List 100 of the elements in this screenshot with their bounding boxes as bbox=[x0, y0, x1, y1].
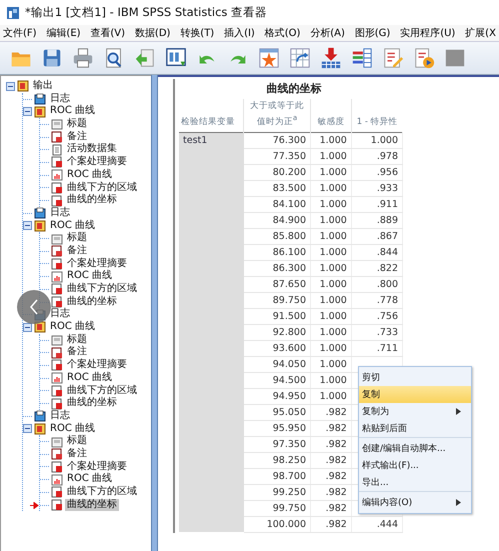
tree-item[interactable]: ROC 曲线 bbox=[65, 372, 114, 385]
tree-item[interactable]: 个案处理摘要 bbox=[65, 359, 129, 372]
script-icon[interactable] bbox=[413, 47, 435, 69]
table-cell: .711 bbox=[376, 342, 398, 354]
book-icon bbox=[34, 422, 46, 435]
menu-item[interactable]: 扩展(X bbox=[465, 26, 496, 40]
table-icon bbox=[51, 194, 63, 207]
collapse-toggle[interactable] bbox=[23, 322, 32, 332]
menu-item[interactable]: 导出... bbox=[359, 474, 471, 492]
table-cell: 86.100 bbox=[272, 246, 306, 258]
table-cell: 95.050 bbox=[272, 406, 306, 418]
menu-item[interactable]: 数据(D) bbox=[134, 26, 170, 40]
tree-item[interactable]: ROC 曲线 bbox=[65, 473, 114, 486]
pivot-table-icon[interactable] bbox=[289, 47, 311, 69]
tree-item[interactable]: 个案处理摘要 bbox=[65, 156, 129, 169]
menu-item[interactable]: 编辑内容(O) bbox=[359, 494, 471, 511]
tree-item[interactable]: 日志 bbox=[48, 308, 72, 322]
tree-item[interactable]: 活动数据集 bbox=[65, 143, 119, 156]
menu-item[interactable]: 剪切 bbox=[359, 369, 471, 386]
menu-item[interactable]: 文件(F) bbox=[3, 26, 37, 40]
column-header: 1 - 特异性 bbox=[351, 99, 402, 132]
table-title: 曲线的坐标 bbox=[266, 81, 322, 97]
tree-item[interactable]: 标题 bbox=[65, 232, 89, 245]
tree-item[interactable]: 备注 bbox=[65, 346, 89, 360]
menu-item[interactable]: 创建/编辑自动脚本... bbox=[359, 440, 471, 457]
tree-item[interactable]: 个案处理摘要 bbox=[65, 258, 129, 270]
table-cell: 97.350 bbox=[272, 438, 306, 450]
menu-item[interactable]: 复制为 bbox=[359, 403, 471, 420]
table-cell: 80.200 bbox=[272, 166, 306, 178]
menu-item[interactable]: 查看(V) bbox=[90, 26, 126, 40]
notes-icon bbox=[51, 245, 63, 258]
tree-item[interactable]: ROC 曲线 bbox=[48, 220, 97, 232]
menu-item[interactable]: 样式输出(F)... bbox=[359, 457, 471, 474]
table-cell: .778 bbox=[376, 294, 398, 306]
tree-item[interactable]: ROC 曲线 bbox=[48, 422, 97, 436]
variables-icon[interactable] bbox=[351, 47, 373, 69]
collapse-toggle[interactable] bbox=[23, 424, 32, 434]
table-icon bbox=[51, 182, 63, 194]
insert-icon[interactable] bbox=[320, 47, 342, 69]
table-cell: 1.000 bbox=[320, 134, 347, 146]
save-icon[interactable] bbox=[41, 47, 63, 69]
table-cell: 84.100 bbox=[272, 198, 306, 210]
collapse-toggle[interactable] bbox=[23, 107, 32, 116]
tree-item[interactable]: 日志 bbox=[48, 92, 72, 106]
table-cell: 87.650 bbox=[272, 278, 306, 290]
tree-item[interactable]: 标题 bbox=[65, 435, 89, 448]
tree-item[interactable]: 曲线的坐标 bbox=[65, 296, 119, 308]
menu-item[interactable]: 编辑(E) bbox=[46, 26, 81, 40]
table-cell: .933 bbox=[376, 182, 398, 194]
edit-icon[interactable] bbox=[382, 47, 404, 69]
tree-item[interactable]: 曲线的坐标 bbox=[65, 397, 119, 410]
book-icon bbox=[17, 80, 29, 92]
tree-item[interactable]: ROC 曲线 bbox=[65, 168, 114, 182]
menu-item[interactable]: 图形(G) bbox=[354, 26, 390, 40]
tree-item[interactable]: ROC 曲线 bbox=[48, 105, 97, 118]
tree-item[interactable]: 备注 bbox=[65, 244, 89, 258]
menu-item[interactable]: 格式(O) bbox=[264, 26, 300, 40]
table-cell: 93.600 bbox=[272, 342, 306, 354]
tree-item[interactable]: 曲线的坐标 bbox=[65, 498, 119, 512]
tree-item[interactable]: 备注 bbox=[65, 130, 89, 144]
tree-item[interactable]: 曲线的坐标 bbox=[65, 194, 119, 207]
notes-icon bbox=[51, 131, 63, 144]
tree-item[interactable]: ROC 曲线 bbox=[48, 321, 97, 334]
menu-item[interactable]: 实用程序(U) bbox=[400, 26, 456, 40]
column-header: 大于或等于此值时为正$^{a}$ bbox=[244, 99, 310, 132]
tree-item[interactable]: 个案处理摘要 bbox=[65, 460, 129, 474]
collapse-toggle[interactable] bbox=[23, 221, 32, 230]
tree-item[interactable]: 标题 bbox=[65, 118, 89, 131]
table-cell: .911 bbox=[376, 198, 398, 210]
export-icon[interactable] bbox=[134, 47, 156, 69]
table-cell: 1.000 bbox=[370, 134, 398, 146]
menu-item[interactable]: 转换(T) bbox=[180, 26, 214, 40]
menu-item[interactable]: 粘贴到后面 bbox=[359, 420, 471, 438]
table-cell: .956 bbox=[376, 166, 398, 178]
table-cell: 1.000 bbox=[320, 262, 347, 274]
table-cell: 92.800 bbox=[272, 326, 306, 338]
menu-item[interactable]: 分析(A) bbox=[310, 26, 345, 40]
table-cell: .800 bbox=[376, 278, 398, 290]
tree-item[interactable]: 曲线下方的区域 bbox=[65, 283, 139, 296]
tree-item[interactable]: 曲线下方的区域 bbox=[65, 182, 139, 194]
printer-icon[interactable] bbox=[72, 47, 94, 69]
tree-item[interactable]: 曲线下方的区域 bbox=[65, 486, 139, 499]
tree-item[interactable]: 标题 bbox=[65, 334, 89, 346]
back-button[interactable] bbox=[17, 290, 51, 324]
table-icon bbox=[51, 486, 63, 498]
menu-item[interactable]: 插入(I) bbox=[224, 26, 255, 40]
tree-item[interactable]: ROC 曲线 bbox=[65, 270, 114, 284]
tree-item[interactable]: 曲线下方的区域 bbox=[65, 384, 139, 398]
tree-item[interactable]: 备注 bbox=[65, 448, 89, 461]
submenu-arrow-icon bbox=[456, 408, 461, 415]
table-cell: 76.300 bbox=[272, 134, 306, 146]
tree-item[interactable]: 日志 bbox=[48, 410, 72, 423]
tree-item[interactable]: 输出 bbox=[31, 80, 55, 93]
table-cell: 1.000 bbox=[320, 390, 347, 402]
menu-item[interactable]: 复制 bbox=[359, 386, 471, 403]
table-cell: 1.000 bbox=[320, 214, 347, 226]
tree-item[interactable]: 日志 bbox=[48, 206, 72, 220]
data-view-icon[interactable] bbox=[165, 47, 187, 69]
collapse-toggle[interactable] bbox=[6, 82, 15, 91]
table-cell: 100.000 bbox=[266, 518, 306, 530]
